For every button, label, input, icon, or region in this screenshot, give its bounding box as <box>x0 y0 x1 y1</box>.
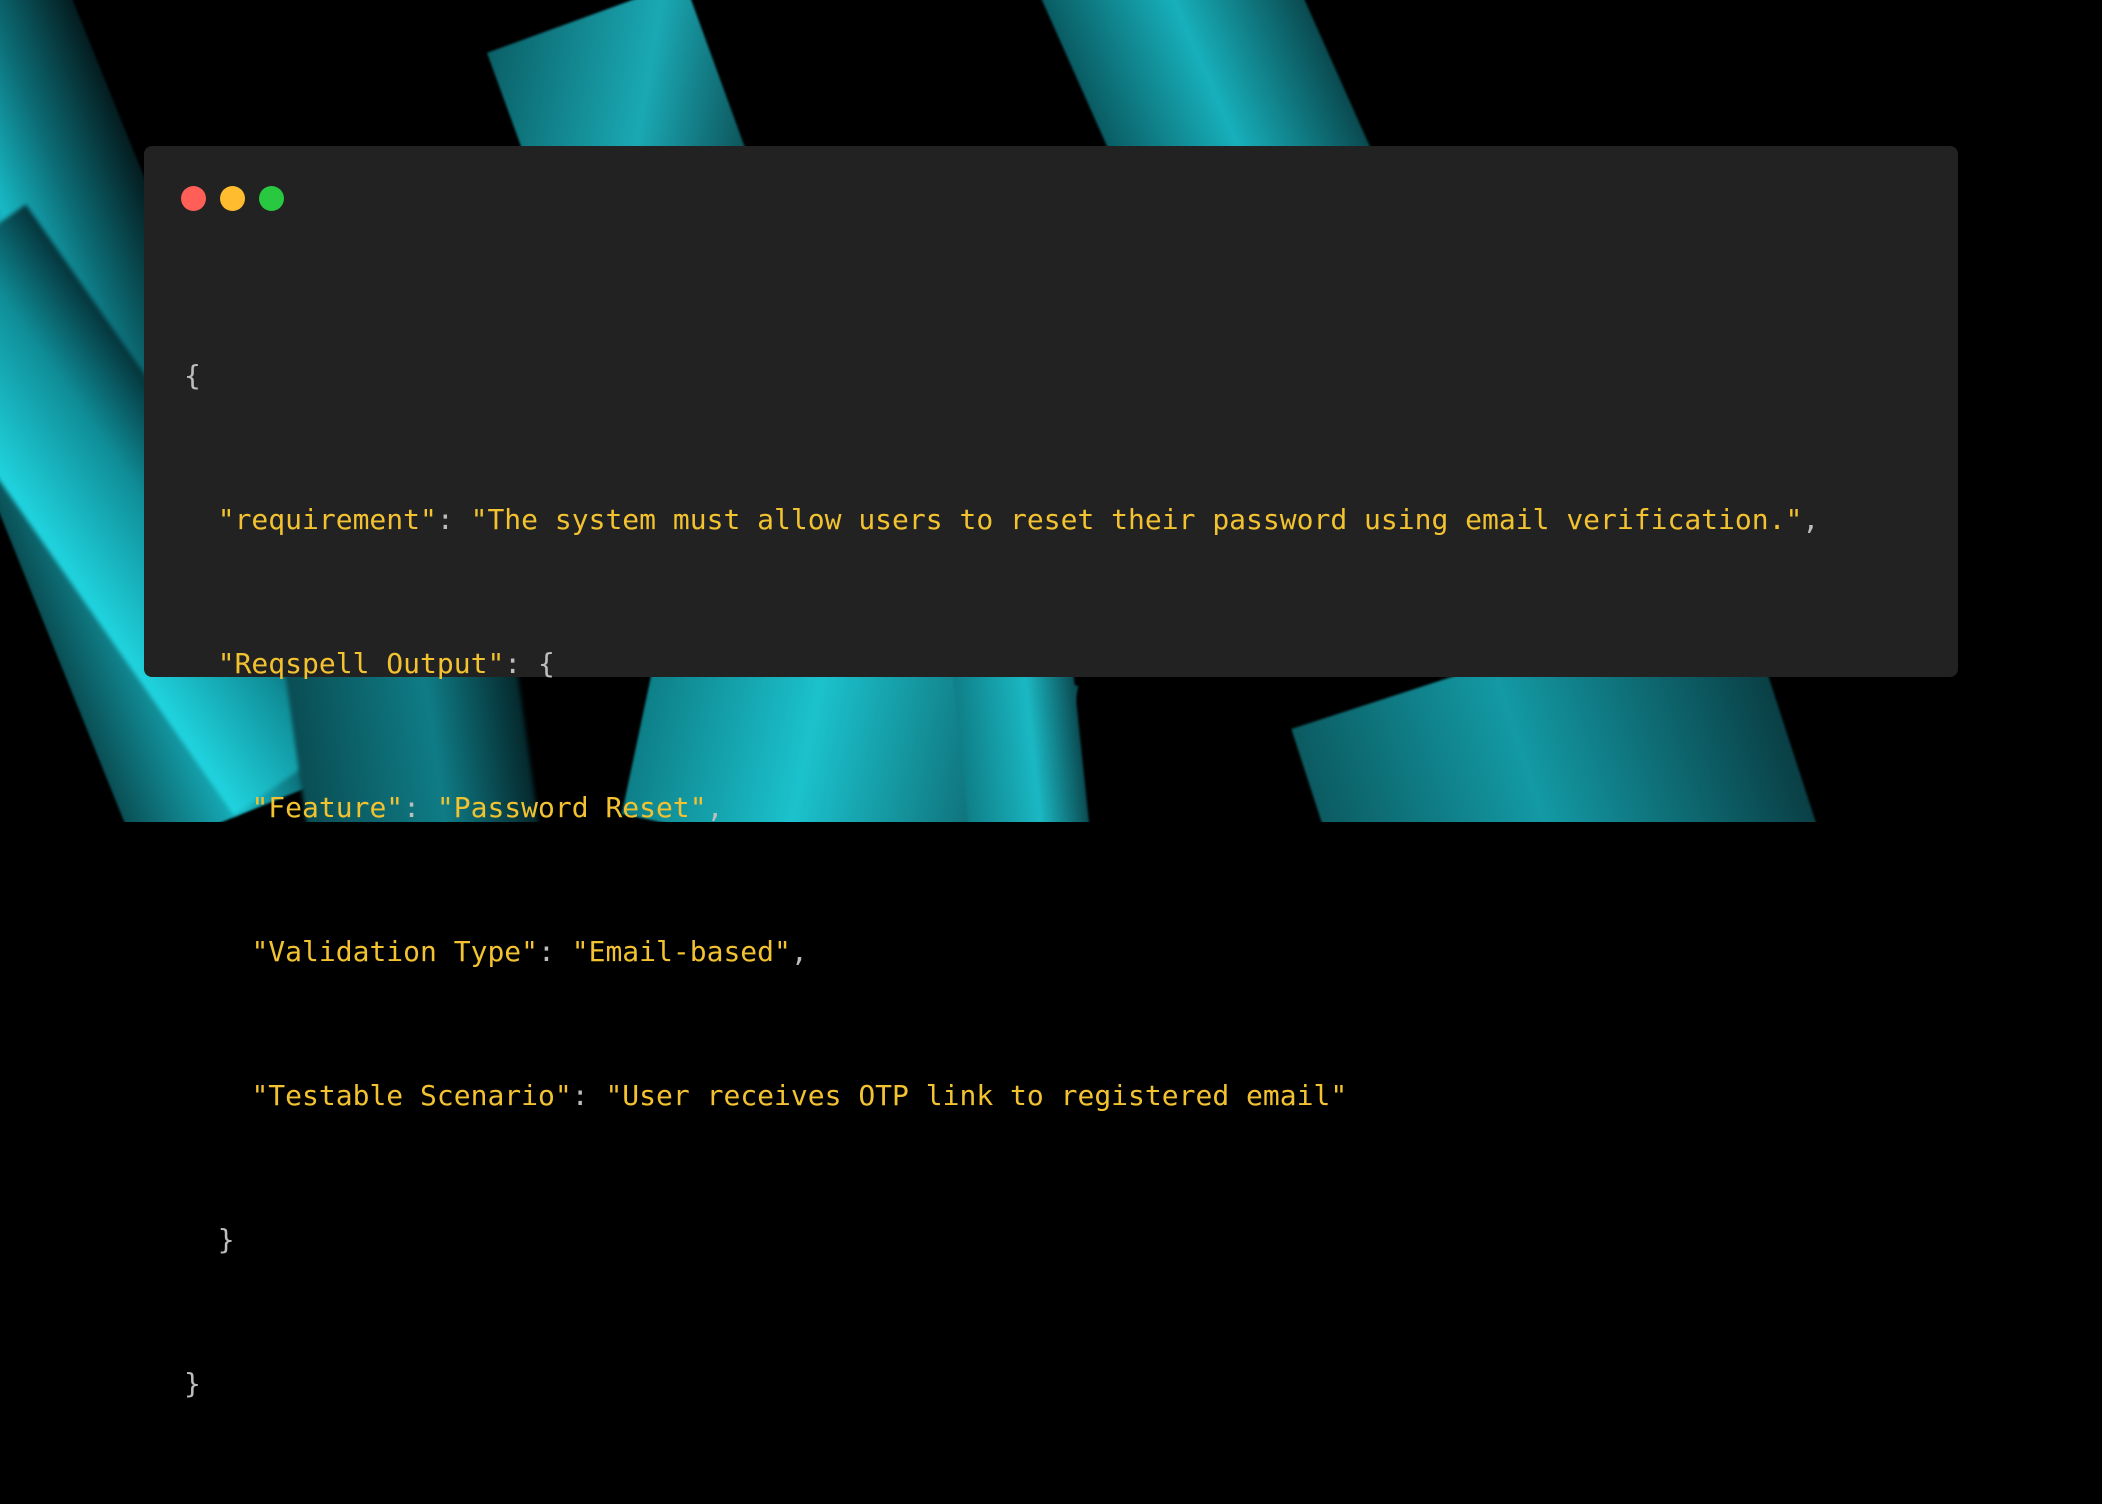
testable-scenario-value: "User receives OTP link to registered em… <box>605 1079 1348 1112</box>
feature-value: "Password Reset" <box>436 791 707 824</box>
feature-key: "Feature" <box>251 791 404 824</box>
code-line: "Validation Type": "Email-based", <box>251 935 808 968</box>
code-line: "Testable Scenario": "User receives OTP … <box>251 1079 1348 1112</box>
validation-type-key: "Validation Type" <box>251 935 539 968</box>
code-line: "Reqspell Output": { <box>217 647 555 680</box>
minimize-dot[interactable] <box>220 186 245 211</box>
reqspell-output-key: "Reqspell Output" <box>217 647 505 680</box>
close-brace: } <box>184 1367 201 1400</box>
close-dot[interactable] <box>181 186 206 211</box>
requirement-key: "requirement" <box>217 503 437 536</box>
testable-scenario-key: "Testable Scenario" <box>251 1079 572 1112</box>
code-line: } <box>184 1360 1819 1408</box>
code-line: "Feature": "Password Reset", <box>251 791 724 824</box>
json-code-block: { "requirement": "The system must allow … <box>184 256 1819 1504</box>
inner-close-brace: } <box>217 1223 235 1256</box>
code-window: { "requirement": "The system must allow … <box>144 146 1958 1400</box>
requirement-value: "The system must allow users to reset th… <box>470 503 1803 536</box>
validation-type-value: "Email-based" <box>571 935 791 968</box>
code-line: } <box>184 1216 1819 1264</box>
window-controls <box>181 186 284 211</box>
code-line: { <box>184 352 1819 400</box>
open-brace: { <box>184 359 201 392</box>
code-line: "requirement": "The system must allow us… <box>217 503 1820 536</box>
maximize-dot[interactable] <box>259 186 284 211</box>
